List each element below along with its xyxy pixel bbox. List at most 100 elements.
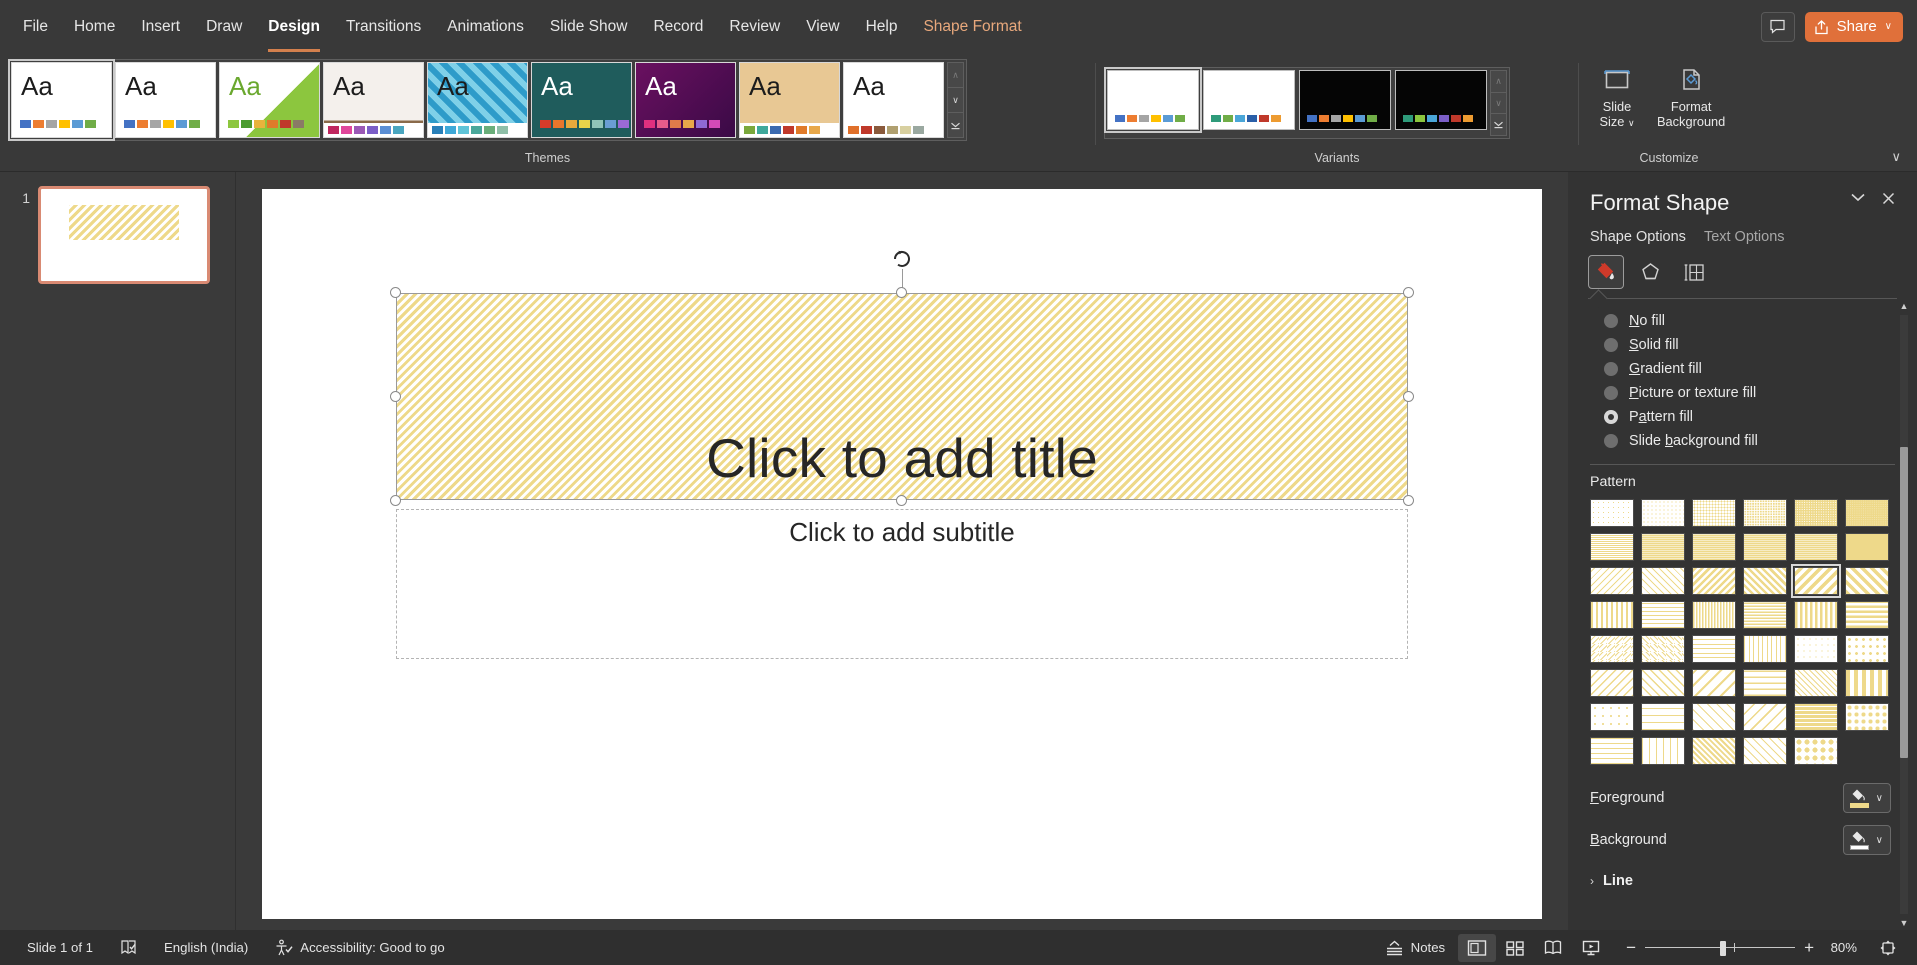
panel-collapse-button[interactable] — [1842, 190, 1874, 205]
radio-button[interactable] — [1604, 314, 1618, 328]
title-placeholder[interactable]: Click to add title — [390, 250, 1414, 506]
variants-gallery[interactable]: ∧ ∨ — [1104, 67, 1510, 139]
share-button[interactable]: Share ∨ — [1804, 11, 1903, 42]
zoom-in-button[interactable]: + — [1804, 938, 1814, 958]
effects-tab[interactable] — [1632, 255, 1668, 289]
panel-scroll-up-button[interactable]: ▲ — [1900, 299, 1909, 313]
pattern-swatch-50-percent[interactable] — [1590, 533, 1634, 561]
pattern-swatch-25-percent[interactable] — [1743, 499, 1787, 527]
pattern-swatch-divot[interactable] — [1590, 703, 1634, 731]
variants-scroll-up-button[interactable]: ∧ — [1491, 71, 1506, 93]
pattern-swatch-wide-upward-diagonal[interactable] — [1791, 564, 1841, 598]
theme-thumbnail-quotable-theme[interactable]: Aa — [427, 62, 528, 138]
spellcheck-status[interactable] — [106, 939, 151, 956]
pattern-swatch-small-confetti[interactable] — [1794, 635, 1838, 663]
ribbon-tab-file[interactable]: File — [10, 11, 61, 43]
comments-button[interactable] — [1760, 11, 1795, 42]
ribbon-tab-help[interactable]: Help — [853, 11, 911, 43]
zoom-level-label[interactable]: 80% — [1823, 940, 1857, 955]
pattern-swatch-weave[interactable] — [1794, 669, 1838, 697]
panel-scrollbar[interactable]: ▲ ▼ — [1897, 299, 1911, 930]
pattern-swatch-light-upward-diagonal[interactable] — [1641, 567, 1685, 595]
panel-scroll-track[interactable] — [1900, 315, 1908, 914]
resize-handle-ne[interactable] — [1402, 286, 1414, 298]
pattern-swatch-plaid[interactable] — [1845, 669, 1889, 697]
themes-scroll-up-button[interactable]: ∧ — [948, 63, 963, 88]
pattern-swatch-dark-upward-diagonal[interactable] — [1743, 567, 1787, 595]
resize-handle-e[interactable] — [1402, 390, 1414, 402]
pattern-swatch-20-percent[interactable] — [1692, 499, 1736, 527]
theme-thumbnail-office-theme[interactable]: Aa — [8, 59, 115, 141]
panel-scroll-down-button[interactable]: ▼ — [1900, 916, 1909, 930]
variants-scroll-down-button[interactable]: ∨ — [1491, 93, 1506, 115]
slide-show-button[interactable] — [1572, 934, 1610, 962]
fill-option-solid-fill[interactable]: Solid fill — [1568, 333, 1917, 357]
background-dropdown-chevron[interactable]: ∨ — [1874, 835, 1888, 846]
pattern-swatch-dashed-horizontal[interactable] — [1692, 635, 1736, 663]
theme-thumbnail-ion-theme[interactable]: Aa — [531, 62, 632, 138]
pattern-swatch-dotted-grid[interactable] — [1641, 703, 1685, 731]
theme-thumbnail-wood-type-theme[interactable]: Aa — [739, 62, 840, 138]
radio-button[interactable] — [1604, 386, 1618, 400]
panel-tab-text-options[interactable]: Text Options — [1704, 229, 1785, 245]
pattern-swatch-wide-downward-diagonal[interactable] — [1845, 567, 1889, 595]
fill-and-line-tab[interactable] — [1588, 255, 1624, 289]
radio-button[interactable] — [1604, 434, 1618, 448]
rotation-handle[interactable] — [891, 248, 913, 270]
resize-handle-s[interactable] — [896, 494, 908, 506]
subtitle-placeholder[interactable]: Click to add subtitle — [396, 508, 1408, 660]
themes-scroll-down-button[interactable]: ∨ — [948, 88, 963, 113]
pattern-swatch-large-grid[interactable] — [1641, 737, 1685, 765]
fill-option-gradient-fill[interactable]: Gradient fill — [1568, 357, 1917, 381]
slide-thumbnail[interactable] — [38, 186, 210, 284]
ribbon-tab-animations[interactable]: Animations — [434, 11, 537, 43]
pattern-swatch-light-horizontal[interactable] — [1641, 601, 1685, 629]
resize-handle-se[interactable] — [1402, 494, 1414, 506]
normal-view-button[interactable] — [1458, 933, 1497, 962]
fill-option-slide-background-fill[interactable]: Slide background fill — [1568, 429, 1917, 453]
accessibility-status[interactable]: Accessibility: Good to go — [261, 939, 457, 957]
pattern-swatch-90-percent[interactable] — [1845, 533, 1889, 561]
ribbon-tab-slide-show[interactable]: Slide Show — [537, 11, 641, 43]
ribbon-collapse-button[interactable]: ∨ — [1885, 147, 1907, 167]
slide-size-button[interactable]: Slide Size ∨ — [1587, 63, 1647, 131]
resize-handle-nw[interactable] — [390, 286, 402, 298]
panel-scroll-thumb[interactable] — [1900, 446, 1908, 759]
slide-surface[interactable]: Click to add title Click to add subtitle — [262, 189, 1542, 919]
themes-more-button[interactable] — [948, 113, 963, 137]
ribbon-tab-record[interactable]: Record — [640, 11, 716, 43]
pattern-swatch-dark-horizontal[interactable] — [1845, 601, 1889, 629]
fill-option-picture-or-texture-fill[interactable]: Picture or texture fill — [1568, 381, 1917, 405]
share-chevron-icon[interactable]: ∨ — [1885, 21, 1892, 32]
pattern-swatch-light-downward-diagonal[interactable] — [1590, 567, 1634, 595]
pattern-swatch-horizontal-brick[interactable] — [1743, 669, 1787, 697]
foreground-color-button[interactable]: ∨ — [1842, 783, 1891, 813]
background-color-button[interactable]: ∨ — [1842, 825, 1891, 855]
variant-thumbnail-variant-4[interactable] — [1395, 70, 1487, 130]
ribbon-tab-home[interactable]: Home — [61, 11, 128, 43]
zoom-slider[interactable] — [1645, 940, 1796, 956]
slide-sorter-button[interactable] — [1496, 934, 1534, 962]
slide-list-item[interactable]: 1 — [0, 186, 235, 284]
language-status[interactable]: English (India) — [151, 940, 261, 955]
pattern-grid[interactable] — [1568, 490, 1917, 765]
format-background-button[interactable]: Format Background — [1651, 63, 1731, 129]
variants-gallery-scrollbar[interactable]: ∧ ∨ — [1490, 70, 1507, 136]
variant-thumbnail-variant-1[interactable] — [1104, 67, 1202, 133]
pattern-swatch-narrow-vertical[interactable] — [1692, 601, 1736, 629]
slide-size-chevron-icon[interactable]: ∨ — [1628, 118, 1635, 128]
pattern-swatch-zigzag[interactable] — [1590, 669, 1634, 697]
panel-tab-shape-options[interactable]: Shape Options — [1590, 229, 1686, 245]
pattern-swatch-wave[interactable] — [1641, 669, 1685, 697]
themes-gallery-scrollbar[interactable]: ∧ ∨ — [947, 62, 964, 138]
ribbon-tab-review[interactable]: Review — [716, 11, 793, 43]
slide-count-status[interactable]: Slide 1 of 1 — [14, 940, 106, 955]
pattern-swatch-outlined-diamond[interactable] — [1743, 737, 1787, 765]
variant-thumbnail-variant-3[interactable] — [1299, 70, 1391, 130]
variant-thumbnail-variant-2[interactable] — [1203, 70, 1295, 130]
fill-option-pattern-fill[interactable]: Pattern fill — [1568, 405, 1917, 429]
size-and-properties-tab[interactable] — [1676, 255, 1712, 289]
radio-button[interactable] — [1604, 362, 1618, 376]
pattern-swatch-dotted-diamond[interactable] — [1692, 703, 1736, 731]
pattern-swatch-narrow-horizontal[interactable] — [1743, 601, 1787, 629]
